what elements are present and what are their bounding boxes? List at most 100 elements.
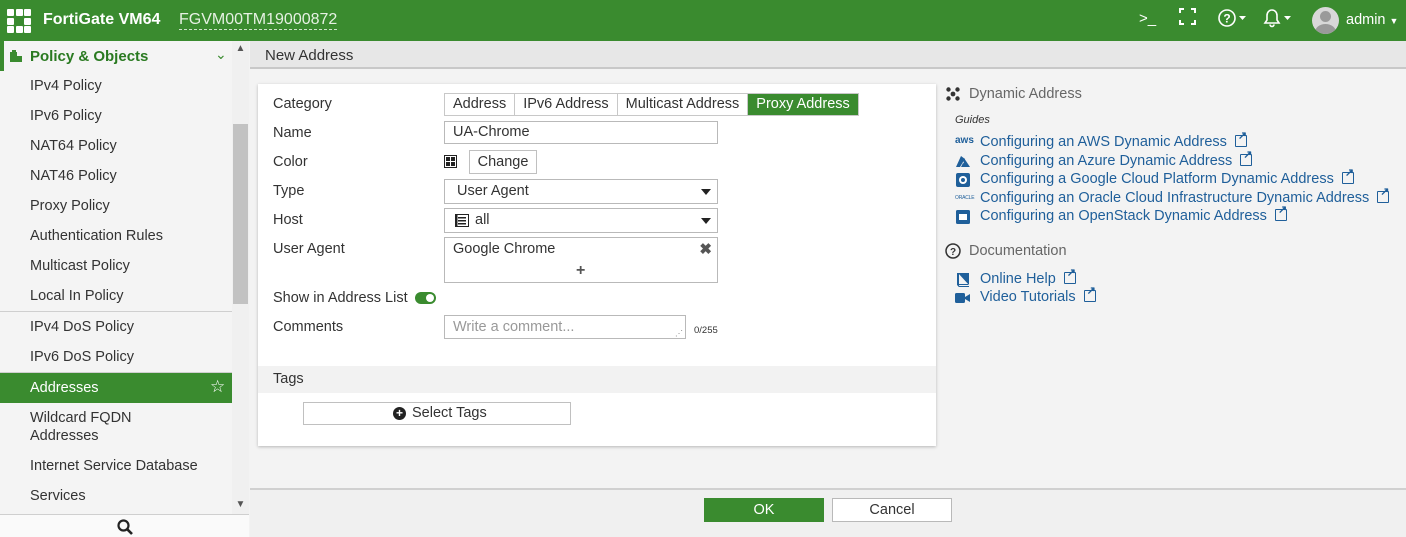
- show-in-address-list-toggle[interactable]: [415, 292, 436, 304]
- doc-link-label: Online Help: [980, 266, 1076, 287]
- add-entry-icon[interactable]: +: [576, 262, 585, 280]
- external-link-icon: [1240, 148, 1253, 166]
- device-serial[interactable]: FGVM00TM19000872: [179, 11, 338, 30]
- sidebar-item-label: IPv4 DoS Policy: [30, 319, 134, 335]
- category-selector[interactable]: Address IPv6 Address Multicast Address P…: [444, 93, 859, 116]
- color-swatch-icon: [444, 155, 457, 168]
- azure-icon: [956, 156, 970, 167]
- sidebar-item-services[interactable]: Services: [0, 481, 232, 511]
- notifications-bell-icon[interactable]: [1263, 8, 1293, 32]
- host-label: Host: [273, 212, 303, 228]
- user-agent-field[interactable]: Google Chrome ✖ +: [444, 237, 718, 283]
- svg-text:?: ?: [1223, 12, 1230, 26]
- category-label: Category: [273, 96, 332, 112]
- sidebar: Policy & Objects ⌄ IPv4 Policy IPv6 Poli…: [0, 41, 249, 537]
- sidebar-search[interactable]: [0, 514, 249, 537]
- external-link-icon: [1234, 129, 1247, 147]
- external-link-icon: [1341, 166, 1354, 184]
- resize-handle-icon[interactable]: ⋰: [675, 329, 683, 338]
- sidebar-item-nat46-policy[interactable]: NAT46 Policy: [0, 161, 232, 191]
- guide-link-text: Configuring an OpenStack Dynamic Address: [980, 208, 1267, 224]
- sidebar-item-label: IPv6 DoS Policy: [30, 349, 134, 365]
- documentation-help-icon: ?: [945, 243, 961, 259]
- sidebar-item-ipv6-dos-policy[interactable]: IPv6 DoS Policy: [0, 342, 232, 372]
- tags-label: Tags: [273, 371, 304, 387]
- sidebar-item-label: NAT64 Policy: [30, 138, 117, 154]
- favorite-star-icon[interactable]: ☆: [210, 377, 225, 397]
- search-icon[interactable]: [117, 519, 133, 535]
- sidebar-item-label: Local In Policy: [30, 288, 124, 304]
- type-label: Type: [273, 183, 305, 199]
- doc-link-text: Video Tutorials: [980, 289, 1076, 305]
- color-change-button[interactable]: Change: [469, 150, 537, 174]
- top-bar: FortiGate VM64 FGVM00TM19000872 >_ ? adm…: [0, 0, 1406, 41]
- svg-text:?: ?: [950, 247, 956, 258]
- type-select[interactable]: User Agent: [444, 179, 718, 204]
- name-label: Name: [273, 125, 312, 141]
- sidebar-item-label: Internet Service Database: [30, 458, 198, 474]
- form-footer: OK Cancel: [250, 488, 1406, 537]
- address-object-icon: [455, 214, 469, 227]
- sidebar-section-policy-objects[interactable]: Policy & Objects ⌄: [0, 41, 232, 71]
- remove-entry-icon[interactable]: ✖: [699, 240, 712, 258]
- comments-counter: 0/255: [694, 325, 718, 336]
- user-avatar-icon[interactable]: [1312, 7, 1339, 34]
- scroll-up-icon[interactable]: ▲: [233, 43, 248, 54]
- sidebar-item-label: Wildcard FQDN Addresses: [30, 410, 132, 444]
- comments-textarea[interactable]: Write a comment... ⋰: [444, 315, 686, 339]
- show-in-address-list-label: Show in Address List: [273, 290, 408, 306]
- host-select[interactable]: all: [444, 208, 718, 233]
- dropdown-caret-icon: [701, 218, 711, 224]
- sidebar-item-addresses[interactable]: Addresses ☆: [0, 373, 232, 403]
- guide-link-label: Configuring an Oracle Cloud Infrastructu…: [980, 185, 1389, 206]
- sidebar-item-ipv6-policy[interactable]: IPv6 Policy: [0, 101, 232, 131]
- cli-console-icon[interactable]: >_: [1139, 10, 1156, 27]
- external-link-icon: [1377, 185, 1389, 203]
- aws-icon: aws: [955, 135, 974, 146]
- guide-link-label: Configuring an AWS Dynamic Address: [980, 129, 1247, 150]
- sidebar-item-label: Services: [30, 488, 86, 504]
- name-input[interactable]: UA-Chrome: [444, 121, 718, 144]
- sidebar-item-ipv4-policy[interactable]: IPv4 Policy: [0, 71, 232, 101]
- guide-link-text: Configuring an AWS Dynamic Address: [980, 134, 1227, 150]
- guides-label: Guides: [955, 114, 990, 126]
- sidebar-item-label: Proxy Policy: [30, 198, 110, 214]
- help-menu-icon[interactable]: ?: [1218, 8, 1248, 32]
- guide-link-text: Configuring an Oracle Cloud Infrastructu…: [980, 190, 1370, 206]
- sidebar-item-ipv4-dos-policy[interactable]: IPv4 DoS Policy: [0, 312, 232, 342]
- sidebar-item-internet-service-database[interactable]: Internet Service Database: [0, 451, 232, 481]
- sidebar-item-multicast-policy[interactable]: Multicast Policy: [0, 251, 232, 281]
- sidebar-section-title: Policy & Objects: [30, 48, 149, 65]
- cancel-button[interactable]: Cancel: [832, 498, 952, 522]
- category-option-ipv6-address[interactable]: IPv6 Address: [515, 94, 618, 115]
- select-tags-button[interactable]: + Select Tags: [303, 402, 571, 425]
- sidebar-item-label: Addresses: [30, 380, 99, 396]
- host-select-value: all: [475, 212, 490, 228]
- guide-link-label: Configuring a Google Cloud Platform Dyna…: [980, 166, 1354, 187]
- category-option-multicast-address[interactable]: Multicast Address: [617, 94, 749, 115]
- fullscreen-icon[interactable]: [1179, 8, 1196, 29]
- sidebar-item-authentication-rules[interactable]: Authentication Rules: [0, 221, 232, 251]
- sidebar-item-label: IPv4 Policy: [30, 78, 102, 94]
- sidebar-item-proxy-policy[interactable]: Proxy Policy: [0, 191, 232, 221]
- sidebar-item-wildcard-fqdn-addresses[interactable]: Wildcard FQDN Addresses: [0, 403, 232, 447]
- sidebar-scroll-thumb[interactable]: [233, 124, 248, 304]
- fortinet-logo-icon: [7, 9, 31, 33]
- external-link-icon: [1063, 266, 1076, 284]
- sidebar-item-local-in-policy[interactable]: Local In Policy: [0, 281, 232, 311]
- tags-section-header: Tags: [258, 366, 936, 393]
- doc-link-label: Video Tutorials: [980, 284, 1096, 305]
- ok-button[interactable]: OK: [704, 498, 824, 522]
- category-option-proxy-address[interactable]: Proxy Address: [748, 94, 858, 115]
- guide-link-label: Configuring an OpenStack Dynamic Address: [980, 203, 1287, 224]
- external-link-icon: [1274, 203, 1287, 221]
- product-name: FortiGate VM64: [43, 11, 161, 28]
- user-menu[interactable]: admin ▼: [1346, 12, 1398, 28]
- sidebar-item-nat64-policy[interactable]: NAT64 Policy: [0, 131, 232, 161]
- book-icon: [957, 273, 969, 287]
- chevron-down-icon: ⌄: [215, 46, 227, 62]
- category-option-address[interactable]: Address: [445, 94, 516, 115]
- type-select-value: User Agent: [457, 183, 529, 199]
- scroll-down-icon[interactable]: ▼: [233, 499, 248, 510]
- select-tags-label: Select Tags: [412, 405, 487, 421]
